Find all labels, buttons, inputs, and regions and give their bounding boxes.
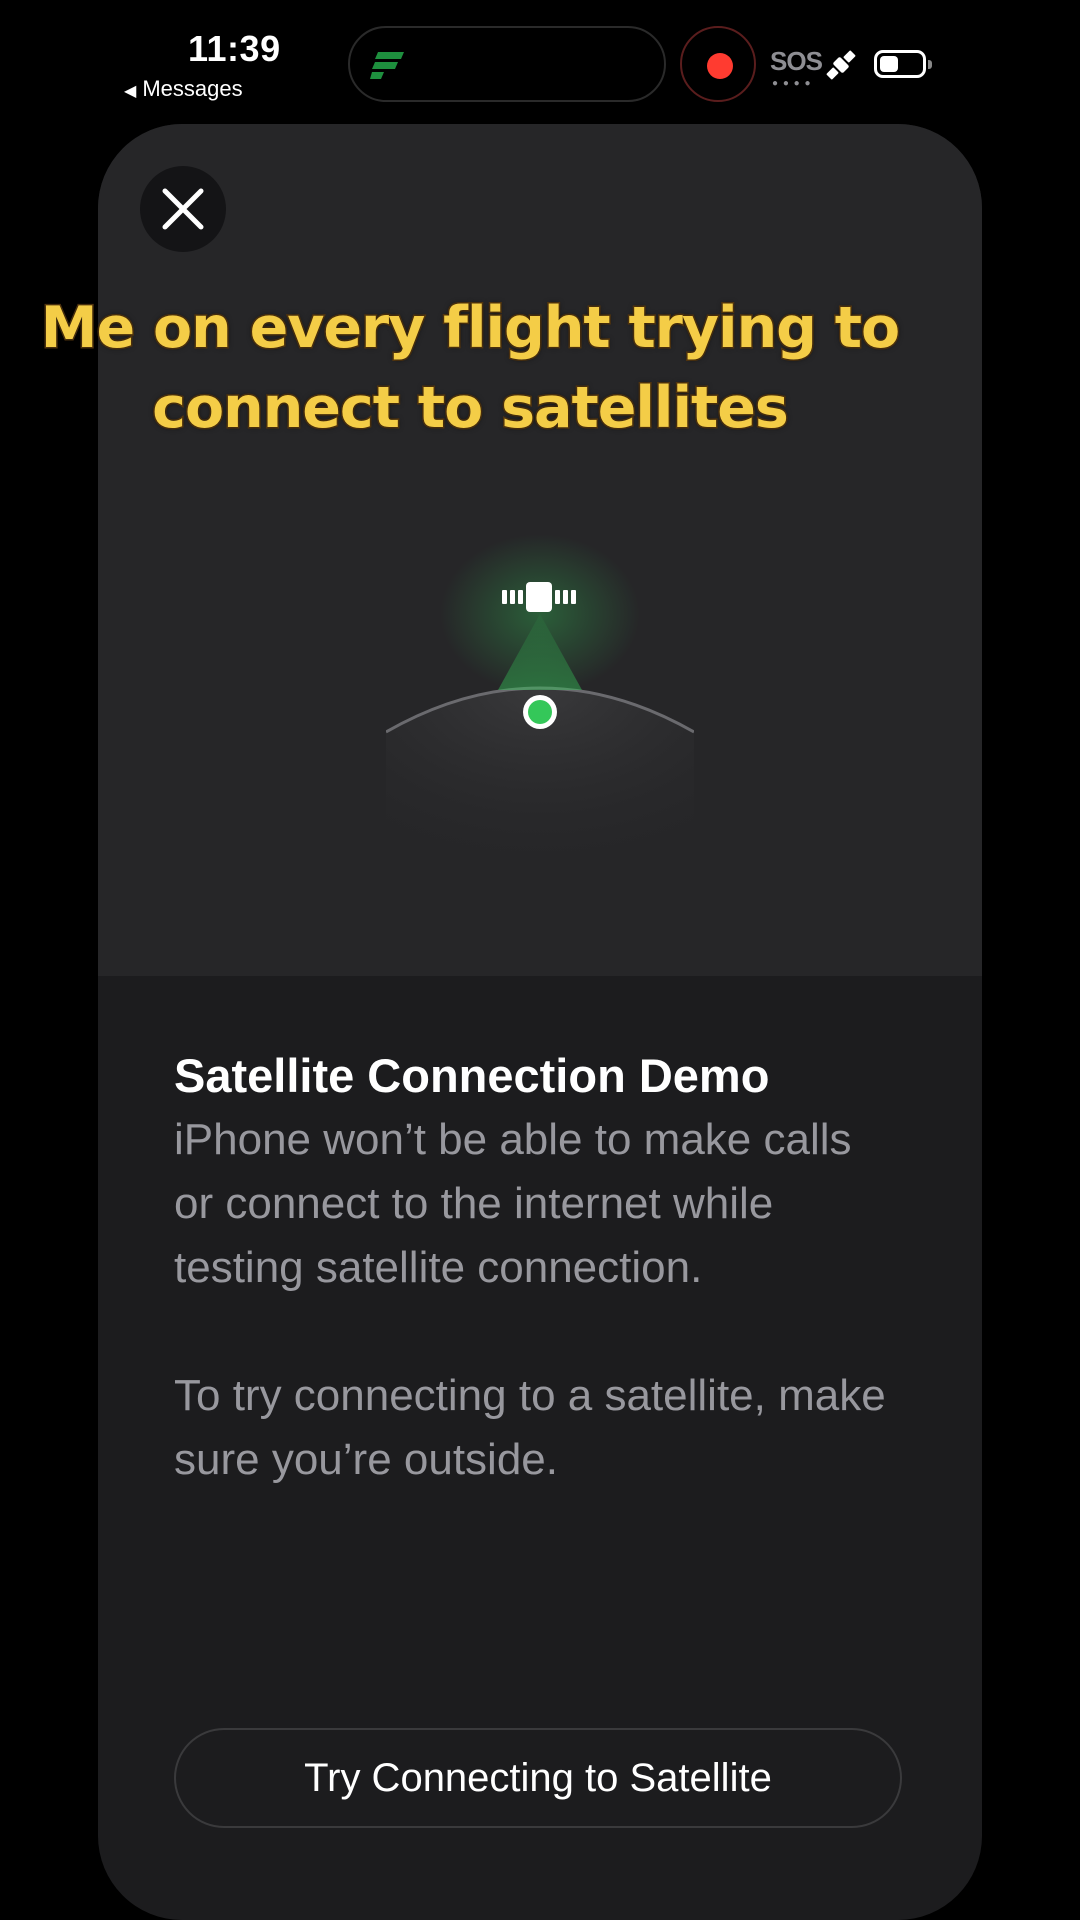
battery-icon: [874, 50, 932, 78]
back-to-app-link[interactable]: ◀ Messages: [124, 76, 243, 102]
dynamic-island[interactable]: [348, 26, 666, 102]
try-connecting-button[interactable]: Try Connecting to Satellite: [174, 1728, 902, 1828]
screen-recording-indicator[interactable]: [680, 26, 756, 102]
sos-signal-dots-icon: ● ● ● ●: [772, 78, 812, 89]
status-time: 11:39: [188, 28, 281, 69]
caption-line-1: Me on every flight trying to: [39, 294, 901, 363]
satellite-status-icon: [826, 50, 856, 80]
status-bar: 11:39 ◀ Messages SOS ● ● ● ●: [0, 0, 1080, 120]
sheet-body-paragraph-1: iPhone won’t be able to make calls or co…: [174, 1115, 852, 1292]
back-app-label: Messages: [142, 76, 243, 101]
caption-line-2: connect to satellites: [151, 374, 791, 443]
sheet-body-paragraph-2: To try connecting to a satellite, make s…: [174, 1371, 886, 1484]
satellite-illustration: [386, 534, 694, 884]
sheet-title: Satellite Connection Demo: [174, 1049, 770, 1102]
recording-dot-icon: [707, 53, 733, 79]
back-triangle-icon: ◀: [124, 83, 137, 100]
app-activity-icon: [370, 52, 404, 79]
close-button[interactable]: [140, 166, 226, 252]
sheet-content: Satellite Connection Demo iPhone won’t b…: [174, 1044, 894, 1492]
video-caption-overlay: Me on every flight trying to connect to …: [0, 288, 940, 448]
close-icon: [162, 188, 204, 230]
sos-indicator: SOS: [770, 46, 823, 76]
